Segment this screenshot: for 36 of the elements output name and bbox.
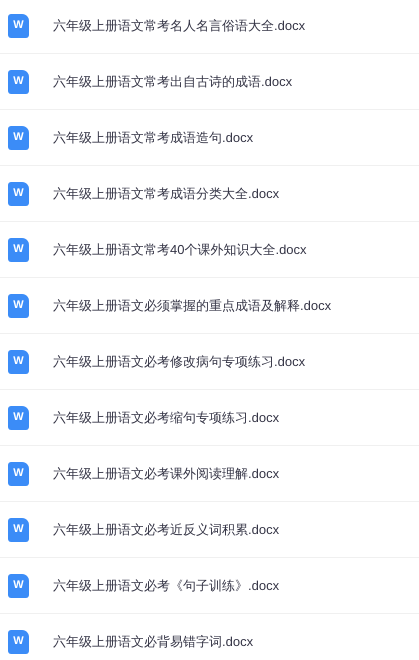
file-row[interactable]: W 六年级上册语文必考近反义词积累.docx (0, 502, 419, 558)
word-document-icon: W (8, 574, 29, 598)
file-name: 六年级上册语文常考40个课外知识大全.docx (53, 240, 307, 259)
file-name: 六年级上册语文必考近反义词积累.docx (53, 520, 280, 539)
word-document-icon: W (8, 238, 29, 262)
file-name: 六年级上册语文必考《句子训练》.docx (53, 576, 280, 595)
file-row[interactable]: W 六年级上册语文必须掌握的重点成语及解释.docx (0, 278, 419, 334)
file-name: 六年级上册语文常考成语分类大全.docx (53, 184, 280, 203)
file-name: 六年级上册语文必考课外阅读理解.docx (53, 464, 280, 483)
word-document-icon: W (8, 126, 29, 150)
file-row[interactable]: W 六年级上册语文必考课外阅读理解.docx (0, 446, 419, 502)
word-document-icon: W (8, 406, 29, 430)
file-name: 六年级上册语文常考成语造句.docx (53, 128, 254, 147)
file-name: 六年级上册语文常考出自古诗的成语.docx (53, 72, 292, 91)
file-row[interactable]: W 六年级上册语文必考《句子训练》.docx (0, 558, 419, 614)
file-name: 六年级上册语文必考缩句专项练习.docx (53, 408, 280, 427)
file-name: 六年级上册语文必须掌握的重点成语及解释.docx (53, 296, 332, 315)
word-document-icon: W (8, 350, 29, 374)
word-document-icon: W (8, 294, 29, 318)
file-row[interactable]: W 六年级上册语文常考40个课外知识大全.docx (0, 222, 419, 278)
file-row[interactable]: W 六年级上册语文必考缩句专项练习.docx (0, 390, 419, 446)
file-row[interactable]: W 六年级上册语文常考成语分类大全.docx (0, 166, 419, 222)
file-row[interactable]: W 六年级上册语文常考出自古诗的成语.docx (0, 54, 419, 110)
word-document-icon: W (8, 518, 29, 542)
word-document-icon: W (8, 462, 29, 486)
file-name: 六年级上册语文必背易错字词.docx (53, 632, 254, 651)
word-document-icon: W (8, 14, 29, 38)
word-document-icon: W (8, 630, 29, 654)
file-row[interactable]: W 六年级上册语文常考名人名言俗语大全.docx (0, 0, 419, 54)
word-document-icon: W (8, 182, 29, 206)
file-name: 六年级上册语文常考名人名言俗语大全.docx (53, 16, 306, 35)
file-row[interactable]: W 六年级上册语文必背易错字词.docx (0, 614, 419, 660)
file-row[interactable]: W 六年级上册语文必考修改病句专项练习.docx (0, 334, 419, 390)
file-name: 六年级上册语文必考修改病句专项练习.docx (53, 352, 306, 371)
file-row[interactable]: W 六年级上册语文常考成语造句.docx (0, 110, 419, 166)
word-document-icon: W (8, 70, 29, 94)
